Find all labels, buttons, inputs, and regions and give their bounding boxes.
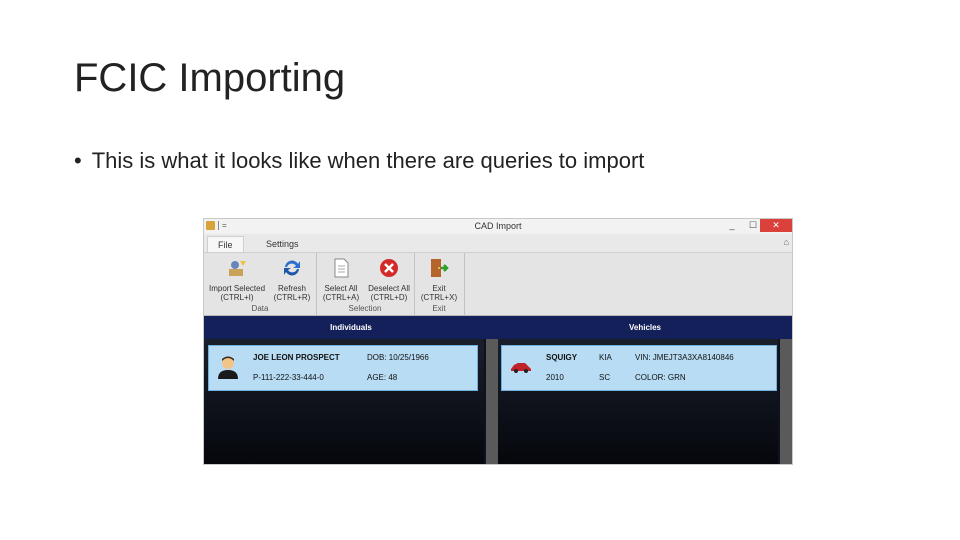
vehicle-color: COLOR: GRN xyxy=(635,373,686,382)
individual-id: P-111-222-33-444-0 xyxy=(253,373,324,382)
minimize-button[interactable]: _ xyxy=(723,219,741,232)
ribbon: Import Selected (CTRL+I) Refresh (CTRL+R… xyxy=(204,253,792,316)
deselect-all-label: Deselect All xyxy=(368,284,410,293)
selection-group-label: Selection xyxy=(348,304,382,313)
slide-bullet: • This is what it looks like when there a… xyxy=(74,148,644,174)
exit-door-icon xyxy=(431,259,449,277)
select-all-button[interactable]: Select All (CTRL+A) xyxy=(318,257,364,302)
vehicle-vin: VIN: JMEJT3A3XA8140846 xyxy=(635,353,734,362)
refresh-label: Refresh xyxy=(277,284,306,293)
bullet-text: This is what it looks like when there ar… xyxy=(91,148,645,173)
select-all-label: Select All xyxy=(324,284,358,293)
deselect-all-shortcut: (CTRL+D) xyxy=(370,293,408,302)
vehicle-year: 2010 xyxy=(546,373,564,382)
delete-icon xyxy=(380,259,398,277)
individuals-header: Individuals xyxy=(204,316,498,339)
vehicles-scrollbar[interactable] xyxy=(780,339,792,464)
person-icon xyxy=(218,356,238,379)
ribbon-collapse-icon[interactable]: ⌂ xyxy=(784,237,789,247)
exit-label: Exit xyxy=(432,284,446,293)
exit-button[interactable]: Exit (CTRL+X) xyxy=(416,257,462,302)
vehicle-make: KIA xyxy=(599,353,612,362)
individual-record-card[interactable]: JOE LEON PROSPECT DOB: 10/25/1966 P-111-… xyxy=(208,345,478,391)
ribbon-group-exit: Exit (CTRL+X) Exit xyxy=(414,253,465,315)
document-icon xyxy=(334,258,349,278)
window-title: CAD Import xyxy=(474,221,522,231)
refresh-icon xyxy=(284,260,300,276)
vehicles-header: Vehicles xyxy=(498,316,792,339)
import-icon xyxy=(229,261,246,276)
title-bar: = CAD Import _ ☐ ✕ xyxy=(204,219,792,234)
slide-title: FCIC Importing xyxy=(74,56,346,100)
cad-import-window: = CAD Import _ ☐ ✕ File Settings ⌂ Impor… xyxy=(203,218,793,465)
select-all-shortcut: (CTRL+A) xyxy=(322,293,360,302)
exit-group-label: Exit xyxy=(432,304,446,313)
individual-age: AGE: 48 xyxy=(367,373,398,382)
car-icon xyxy=(511,363,531,373)
tab-file[interactable]: File xyxy=(207,236,244,252)
ribbon-group-selection: Select All (CTRL+A) Deselect All (CTRL+D… xyxy=(316,253,415,315)
tab-settings[interactable]: Settings xyxy=(256,236,309,252)
refresh-button[interactable]: Refresh (CTRL+R) xyxy=(270,257,314,302)
deselect-all-button[interactable]: Deselect All (CTRL+D) xyxy=(366,257,412,302)
bullet-dot: • xyxy=(74,148,82,173)
close-button[interactable]: ✕ xyxy=(760,219,792,232)
import-selected-shortcut: (CTRL+I) xyxy=(220,293,254,302)
import-selected-label: Import Selected xyxy=(208,284,266,293)
individual-name: JOE LEON PROSPECT xyxy=(253,353,340,362)
ribbon-group-data: Import Selected (CTRL+I) Refresh (CTRL+R… xyxy=(204,253,317,315)
refresh-shortcut: (CTRL+R) xyxy=(273,293,311,302)
vehicle-state: SC xyxy=(599,373,611,382)
import-selected-button[interactable]: Import Selected (CTRL+I) xyxy=(206,257,268,302)
vehicle-model: SQUIGY xyxy=(546,353,578,362)
vehicle-record-card[interactable]: SQUIGY KIA VIN: JMEJT3A3XA8140846 2010 S… xyxy=(501,345,777,391)
data-group-label: Data xyxy=(251,304,269,313)
individuals-scrollbar[interactable] xyxy=(486,339,498,464)
exit-shortcut: (CTRL+X) xyxy=(420,293,458,302)
ribbon-tabs: File Settings ⌂ xyxy=(204,234,792,253)
individual-dob: DOB: 10/25/1966 xyxy=(367,353,429,362)
results-area: Individuals Vehicles JOE LEON PROSPECT D… xyxy=(204,316,792,464)
